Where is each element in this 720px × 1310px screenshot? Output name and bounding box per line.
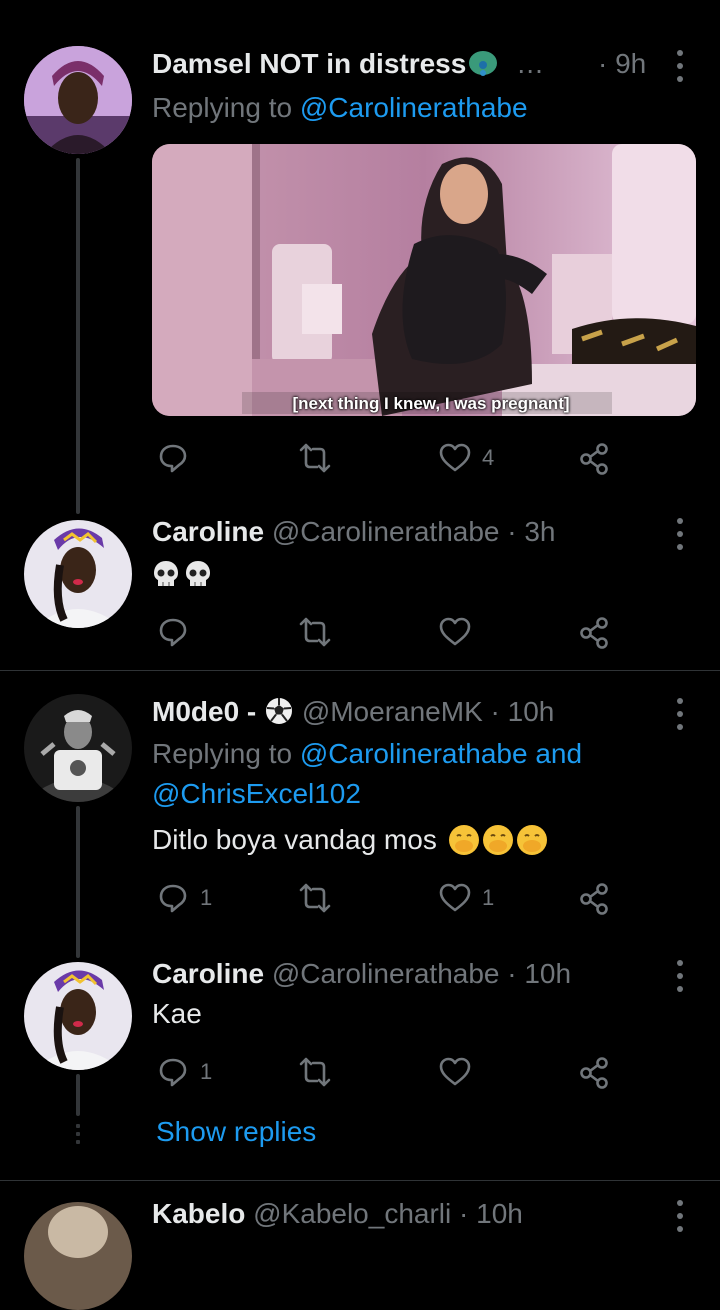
retweet-icon	[299, 1057, 331, 1087]
name-ellipsis: …	[516, 48, 545, 79]
more-options-icon[interactable]	[668, 518, 692, 550]
display-name[interactable]: Caroline	[152, 516, 264, 547]
thread-continuation-dots	[76, 1124, 80, 1148]
reply-icon	[159, 618, 187, 647]
retweet-button[interactable]	[298, 438, 342, 478]
avatar[interactable]	[24, 520, 132, 628]
like-button[interactable]: 1	[438, 878, 494, 918]
avatar-photo	[24, 694, 132, 802]
retweet-button[interactable]	[298, 1052, 342, 1092]
tweet-header: Caroline @Carolinerathabe · 10h	[152, 956, 571, 992]
reply-icon	[159, 1058, 187, 1087]
avatar[interactable]	[24, 962, 132, 1070]
reply-target-link[interactable]: @Carolinerathabe	[300, 92, 528, 123]
soccer-ball-emoji-icon	[264, 696, 294, 726]
face-with-hand-over-mouth-emoji-icon	[482, 825, 513, 855]
retweet-icon	[299, 443, 331, 473]
reply-button[interactable]	[156, 612, 200, 652]
like-count: 4	[482, 445, 495, 470]
heart-icon	[439, 443, 471, 472]
handle-and-time[interactable]: @MoeraneMK · 10h	[302, 696, 555, 727]
more-options-icon[interactable]	[668, 960, 692, 992]
thread-line	[76, 1074, 80, 1116]
face-with-hand-over-mouth-emoji-icon	[448, 825, 479, 855]
avatar-photo	[24, 46, 132, 154]
thread-line	[76, 158, 80, 514]
tweet-text: Kae	[152, 998, 202, 1029]
avatar[interactable]	[24, 1202, 132, 1310]
display-name[interactable]: Kabelo	[152, 1198, 245, 1229]
more-options-icon[interactable]	[668, 698, 692, 730]
handle-and-time[interactable]: @Kabelo_charli · 10h	[253, 1198, 523, 1229]
tweet-header: Caroline @Carolinerathabe · 3h	[152, 514, 556, 550]
avatar-photo	[24, 1202, 132, 1310]
share-button[interactable]	[578, 878, 612, 918]
share-icon	[580, 883, 608, 915]
avatar-photo	[24, 962, 132, 1070]
skull-emoji-icon	[186, 561, 210, 586]
reply-count: 1	[200, 885, 213, 910]
media-photo	[152, 144, 696, 416]
heart-icon	[439, 883, 471, 912]
share-icon	[580, 617, 608, 649]
replying-prefix: Replying to	[152, 92, 293, 123]
avatar[interactable]	[24, 694, 132, 802]
avatar-photo	[24, 520, 132, 628]
tweet-header: Kabelo @Kabelo_charli · 10h	[152, 1196, 523, 1232]
tweet-text-content: Ditlo boya vandag mos	[152, 824, 437, 855]
share-icon	[580, 1057, 608, 1089]
heart-icon	[439, 617, 471, 646]
replying-to: Replying to @Carolinerathabe	[152, 88, 672, 128]
retweet-button[interactable]	[298, 612, 342, 652]
peacock-emoji-icon	[468, 49, 498, 77]
reply-icon	[159, 884, 187, 913]
thread-line	[76, 806, 80, 958]
share-button[interactable]	[578, 438, 612, 478]
thread-divider	[0, 670, 720, 671]
handle-and-time[interactable]: @Carolinerathabe · 10h	[272, 958, 571, 989]
thread-divider	[0, 1180, 720, 1181]
like-count: 1	[482, 885, 495, 910]
display-name[interactable]: Damsel NOT in distress	[152, 48, 466, 79]
like-button[interactable]	[438, 612, 482, 652]
replying-to: Replying to @Carolinerathabe and @ChrisE…	[152, 734, 672, 814]
share-button[interactable]	[578, 1052, 612, 1092]
media-caption: [next thing I knew, I was pregnant]	[292, 394, 570, 413]
more-options-icon[interactable]	[668, 50, 692, 82]
tweet-media-image[interactable]: [next thing I knew, I was pregnant]	[152, 144, 696, 416]
reply-button[interactable]	[156, 438, 200, 478]
tweet-text	[152, 556, 216, 592]
avatar[interactable]	[24, 46, 132, 154]
tweet-header: M0de0 - @MoeraneMK · 10h	[152, 694, 554, 730]
retweet-icon	[299, 883, 331, 913]
retweet-icon	[299, 617, 331, 647]
replying-prefix: Replying to	[152, 738, 293, 769]
tweet-text: Ditlo boya vandag mos	[152, 822, 547, 858]
like-button[interactable]: 4	[438, 438, 494, 478]
tweet-header: Damsel NOT in distress …	[152, 46, 544, 82]
heart-icon	[439, 1057, 471, 1086]
display-name[interactable]: M0de0 -	[152, 696, 256, 727]
display-name[interactable]: Caroline	[152, 958, 264, 989]
show-replies-link[interactable]: Show replies	[156, 1116, 316, 1148]
reply-icon	[159, 444, 187, 473]
share-button[interactable]	[578, 612, 612, 652]
handle-and-time[interactable]: @Carolinerathabe · 3h	[272, 516, 556, 547]
reply-button[interactable]: 1	[156, 1052, 212, 1092]
more-options-icon[interactable]	[668, 1200, 692, 1232]
like-button[interactable]	[438, 1052, 482, 1092]
tweet-time[interactable]: · 9h	[598, 46, 646, 82]
retweet-button[interactable]	[298, 878, 342, 918]
face-with-hand-over-mouth-emoji-icon	[516, 825, 547, 855]
share-icon	[580, 443, 608, 475]
reply-button[interactable]: 1	[156, 878, 212, 918]
reply-count: 1	[200, 1059, 213, 1084]
skull-emoji-icon	[154, 561, 178, 586]
